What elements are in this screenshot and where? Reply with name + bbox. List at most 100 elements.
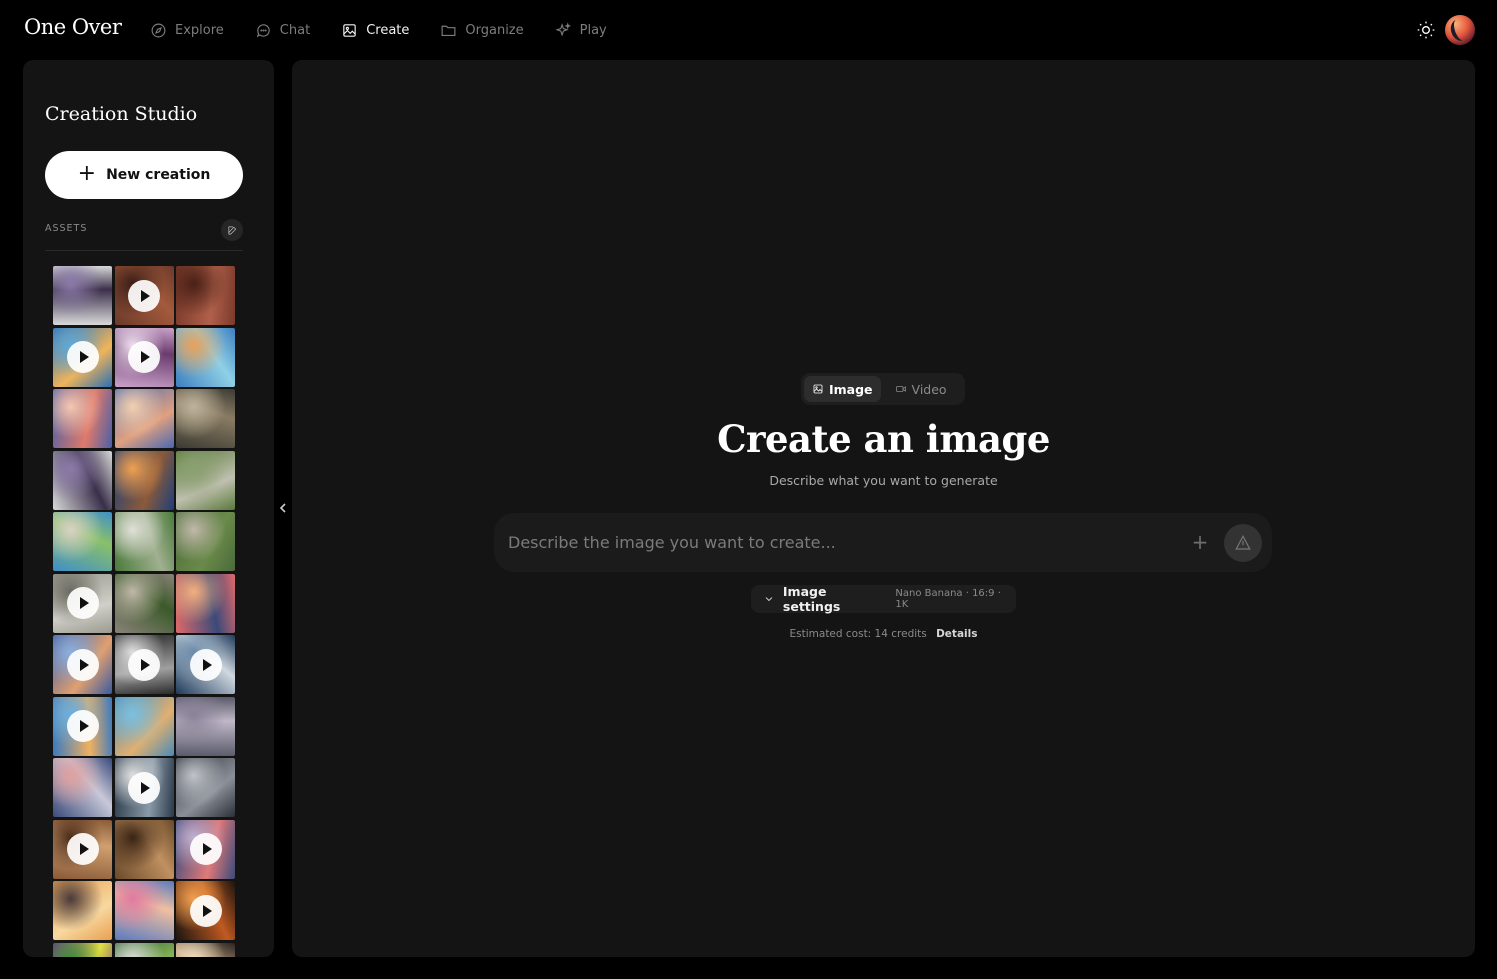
asset-thumbnail[interactable]	[176, 266, 235, 325]
mode-label: Image	[829, 381, 873, 397]
asset-thumbnail[interactable]	[176, 881, 235, 940]
assets-grid	[53, 266, 236, 957]
assets-heading: ASSETS	[45, 223, 88, 234]
asset-thumbnail[interactable]	[114, 266, 174, 325]
prompt-box: +	[494, 513, 1272, 572]
chat-bubble-icon	[256, 23, 270, 37]
play-icon	[128, 648, 160, 681]
play-icon	[66, 833, 99, 865]
asset-thumbnail[interactable]	[114, 819, 174, 879]
generate-button[interactable]	[1224, 524, 1262, 562]
send-icon	[1235, 534, 1251, 550]
asset-thumbnail[interactable]	[53, 696, 112, 756]
main-nav: Explore Chat Create Organize Play	[150, 20, 638, 40]
play-icon	[66, 341, 99, 373]
new-creation-button[interactable]: + New creation	[45, 151, 243, 199]
play-icon	[189, 894, 222, 927]
asset-thumbnail[interactable]	[53, 635, 112, 694]
asset-thumbnail[interactable]	[53, 819, 112, 879]
asset-thumbnail[interactable]	[176, 819, 235, 879]
compass-icon	[151, 23, 166, 37]
play-icon	[66, 710, 99, 742]
asset-thumbnail[interactable]	[114, 696, 174, 756]
settings-label: Image settings	[782, 584, 841, 614]
asset-thumbnail[interactable]	[53, 881, 112, 940]
user-avatar[interactable]	[1445, 15, 1475, 45]
settings-summary: Nano Banana · 16:9 · 1K	[895, 588, 1001, 610]
asset-thumbnail[interactable]	[176, 450, 235, 510]
play-icon	[66, 587, 99, 619]
video-camera-icon	[895, 386, 906, 392]
asset-thumbnail[interactable]	[114, 573, 174, 633]
asset-thumbnail[interactable]	[176, 512, 235, 571]
asset-thumbnail[interactable]	[53, 942, 112, 957]
sun-icon	[1417, 21, 1435, 39]
page-subtitle: Describe what you want to generate	[769, 473, 998, 488]
nav-label: Create	[366, 22, 410, 38]
asset-thumbnail[interactable]	[114, 389, 174, 448]
plus-icon: +	[77, 161, 97, 186]
estimated-cost: Estimated cost: 14 credits Details	[292, 628, 1475, 640]
asset-thumbnail[interactable]	[176, 573, 235, 633]
asset-thumbnail[interactable]	[176, 758, 235, 817]
nav-create[interactable]: Create	[341, 20, 409, 40]
nav-chat[interactable]: Chat	[255, 20, 310, 40]
edit-assets-button[interactable]	[221, 219, 243, 241]
asset-thumbnail[interactable]	[114, 942, 174, 957]
mode-toggle: Image Video	[801, 373, 965, 405]
nav-explore[interactable]: Explore	[150, 20, 224, 40]
asset-thumbnail[interactable]	[176, 696, 235, 756]
nav-organize[interactable]: Organize	[440, 20, 524, 40]
asset-thumbnail[interactable]	[53, 450, 112, 510]
edit-icon	[227, 225, 236, 235]
cost-details-link[interactable]: Details	[936, 628, 977, 640]
asset-thumbnail[interactable]	[114, 512, 174, 571]
asset-thumbnail[interactable]	[53, 758, 112, 817]
asset-thumbnail[interactable]	[53, 573, 112, 633]
folder-icon	[441, 25, 456, 36]
theme-toggle-button[interactable]	[1416, 20, 1436, 40]
asset-thumbnail[interactable]	[53, 389, 112, 448]
play-icon	[66, 648, 99, 681]
asset-thumbnail[interactable]	[114, 450, 174, 510]
nav-label: Organize	[465, 22, 524, 38]
asset-thumbnail[interactable]	[114, 635, 174, 694]
image-settings-toggle[interactable]: Image settings Nano Banana · 16:9 · 1K	[751, 584, 1016, 614]
play-icon	[128, 771, 160, 804]
chevron-down-icon	[765, 597, 773, 602]
divider	[45, 250, 243, 251]
asset-thumbnail[interactable]	[176, 327, 235, 387]
prompt-input[interactable]	[508, 530, 1158, 554]
page-title: Create an image	[717, 417, 1050, 461]
play-icon	[189, 833, 222, 865]
sidebar-title: Creation Studio	[45, 103, 198, 125]
asset-thumbnail[interactable]	[53, 327, 112, 387]
mode-video-tab[interactable]: Video	[887, 376, 955, 402]
nav-label: Chat	[279, 22, 311, 38]
play-icon	[128, 341, 160, 373]
cost-text: Estimated cost: 14 credits	[789, 628, 927, 640]
asset-thumbnail[interactable]	[114, 758, 174, 817]
asset-thumbnail[interactable]	[176, 389, 235, 448]
nav-play[interactable]: Play	[555, 20, 607, 40]
asset-thumbnail[interactable]	[53, 512, 112, 571]
image-icon	[813, 384, 823, 394]
collapse-sidebar-button[interactable]	[278, 500, 288, 516]
top-bar: One Over Explore Chat Create Organize Pl…	[0, 0, 1497, 60]
asset-thumbnail[interactable]	[114, 881, 174, 940]
mode-image-tab[interactable]: Image	[804, 376, 881, 402]
main-panel: Image Video Create an image Describe wha…	[292, 60, 1475, 957]
nav-label: Play	[579, 22, 607, 38]
nav-label: Explore	[175, 22, 224, 38]
asset-thumbnail[interactable]	[114, 327, 174, 387]
asset-thumbnail[interactable]	[53, 266, 112, 325]
creation-studio-sidebar: Creation Studio + New creation ASSETS	[23, 60, 274, 957]
new-creation-label: New creation	[106, 167, 211, 183]
app-logo[interactable]: One Over	[24, 15, 122, 39]
add-attachment-button[interactable]: +	[1191, 530, 1209, 554]
chevron-left-icon	[279, 503, 286, 513]
asset-thumbnail[interactable]	[176, 942, 235, 957]
asset-thumbnail[interactable]	[176, 635, 235, 694]
plus-icon: +	[1191, 530, 1209, 554]
sparkles-icon	[555, 22, 571, 36]
